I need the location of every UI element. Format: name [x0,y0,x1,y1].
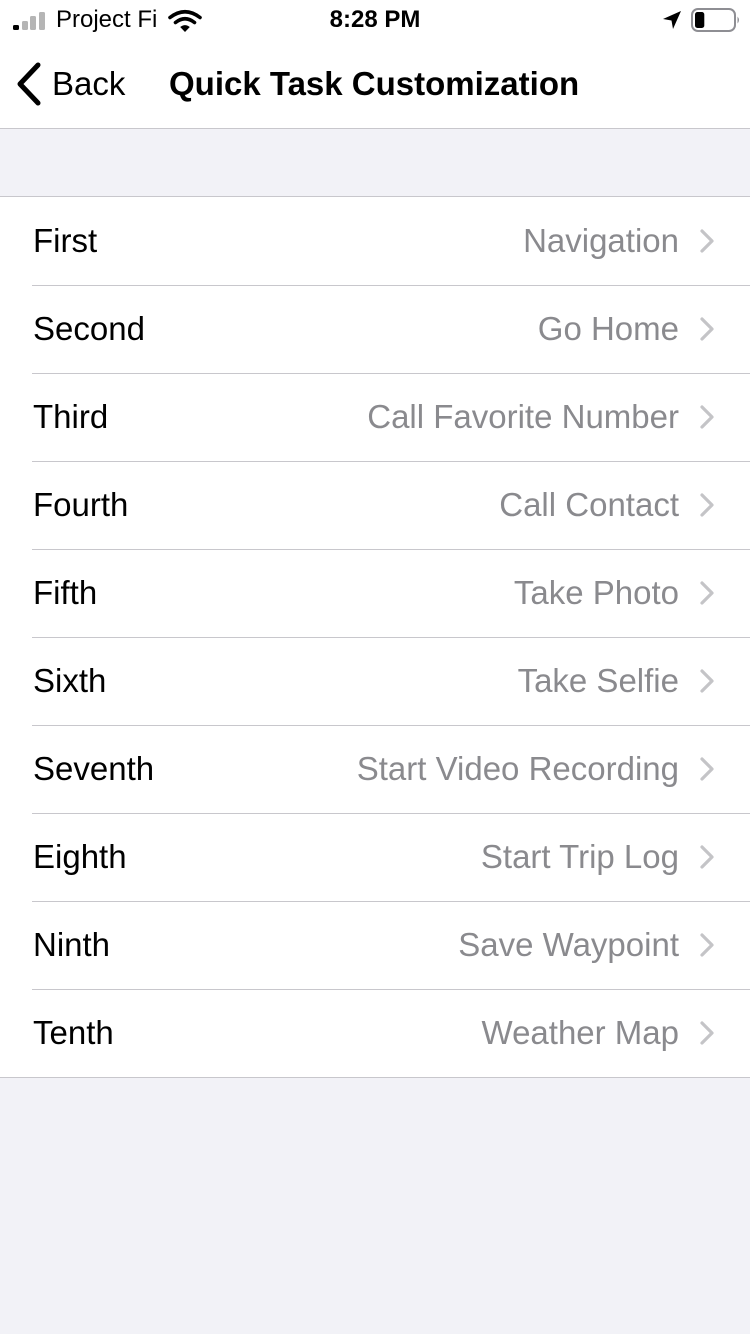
task-value: Navigation [523,222,679,259]
chevron-right-icon [700,757,714,781]
task-slot-label: Fifth [33,574,98,611]
quick-task-list: First Navigation Second Go Home Third Call Fa… [0,196,750,1078]
task-value: Weather Map [481,1014,679,1051]
back-button[interactable]: Back [14,40,134,128]
task-slot-label: Fourth [33,486,129,523]
task-value: Take Selfie [517,662,679,699]
task-value: Call Favorite Number [367,398,679,435]
chevron-right-icon [700,845,714,869]
task-value: Call Contact [499,486,679,523]
task-value: Take Photo [513,574,679,611]
task-row-fifth[interactable]: Fifth Take Photo [0,549,750,637]
task-row-tenth[interactable]: Tenth Weather Map [0,989,750,1077]
task-slot-label: Second [33,310,145,347]
battery-icon [691,8,739,32]
chevron-right-icon [700,669,714,693]
task-row-seventh[interactable]: Seventh Start Video Recording [0,725,750,813]
chevron-right-icon [700,493,714,517]
task-slot-label: Seventh [33,750,155,787]
status-bar: Project Fi 8:28 PM [0,0,750,40]
task-slot-label: Third [33,398,109,435]
task-slot-label: First [33,222,98,259]
task-slot-label: Ninth [33,926,111,963]
chevron-right-icon [700,933,714,957]
task-slot-label: Tenth [33,1014,114,1051]
location-arrow-icon [663,11,681,29]
chevron-right-icon [700,1021,714,1045]
task-row-sixth[interactable]: Sixth Take Selfie [0,637,750,725]
back-label: Back [52,65,126,102]
task-value: Start Trip Log [480,838,679,875]
task-value: Start Video Recording [356,750,679,787]
task-row-first[interactable]: First Navigation [0,197,750,285]
task-value: Save Waypoint [458,926,679,963]
task-row-fourth[interactable]: Fourth Call Contact [0,461,750,549]
task-row-second[interactable]: Second Go Home [0,285,750,373]
chevron-right-icon [700,229,714,253]
task-value: Go Home [537,310,679,347]
task-row-ninth[interactable]: Ninth Save Waypoint [0,901,750,989]
status-time: 8:28 PM [329,6,421,33]
task-slot-label: Eighth [33,838,127,875]
chevron-right-icon [700,405,714,429]
chevron-left-icon [17,62,41,106]
navigation-bar: Back Quick Task Customization [0,40,750,129]
chevron-right-icon [700,317,714,341]
task-slot-label: Sixth [33,662,107,699]
page-title: Quick Task Customization [169,65,580,102]
task-row-eighth[interactable]: Eighth Start Trip Log [0,813,750,901]
chevron-right-icon [700,581,714,605]
task-row-third[interactable]: Third Call Favorite Number [0,373,750,461]
